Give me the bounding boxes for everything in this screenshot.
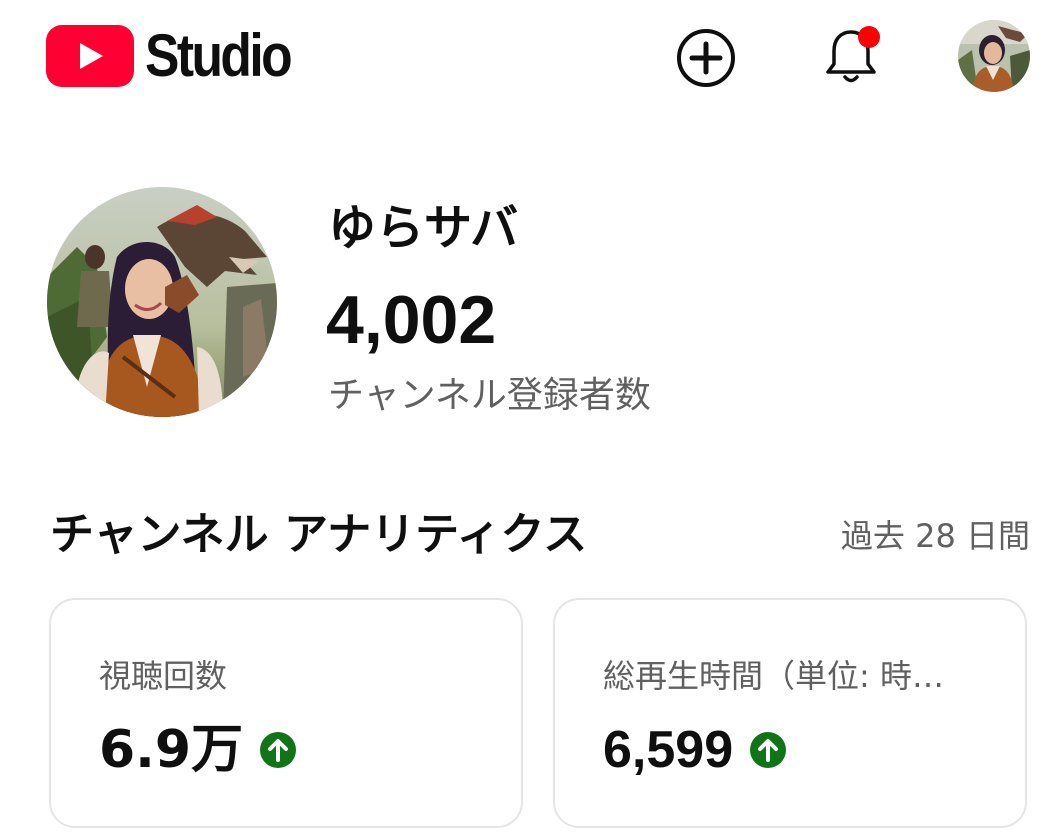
metric-card-watch-time[interactable]: 総再生時間（単位: 時… 6,599 <box>553 598 1027 828</box>
youtube-play-icon <box>46 25 134 87</box>
channel-name: ゆらサバ <box>328 200 519 256</box>
notifications-button[interactable] <box>818 22 884 88</box>
metric-value: 6,599 <box>603 721 734 779</box>
top-app-bar: Studio <box>0 0 1064 115</box>
trend-up-icon <box>750 732 787 768</box>
trend-up-icon <box>260 732 297 768</box>
analytics-period: 過去 28 日間 <box>840 517 1030 555</box>
metric-card-views[interactable]: 視聴回数 6.9万 <box>49 598 523 828</box>
create-plus-icon <box>677 29 735 87</box>
metric-value: 6.9万 <box>99 720 244 780</box>
account-avatar <box>958 20 1030 92</box>
analytics-section-title: チャンネル アナリティクス <box>50 509 588 560</box>
metric-label: 総再生時間（単位: 時… <box>603 657 944 695</box>
channel-avatar-image <box>47 187 277 417</box>
studio-dashboard: Studio ゆらサバ 4,002 チャンネル登録者数 チャンネル アナリティク… <box>0 0 1064 833</box>
metric-label: 視聴回数 <box>99 657 228 695</box>
account-avatar-button[interactable] <box>958 20 1030 92</box>
subscriber-count: 4,002 <box>326 282 497 358</box>
notification-badge <box>858 26 880 48</box>
metric-value-row: 6,599 <box>603 718 787 782</box>
subscriber-label: チャンネル登録者数 <box>328 375 651 416</box>
channel-avatar[interactable] <box>47 187 277 417</box>
create-button[interactable] <box>676 28 736 88</box>
metric-value-row: 6.9万 <box>99 718 297 782</box>
logo-text: Studio <box>145 22 293 89</box>
studio-logo[interactable]: Studio <box>46 24 314 88</box>
